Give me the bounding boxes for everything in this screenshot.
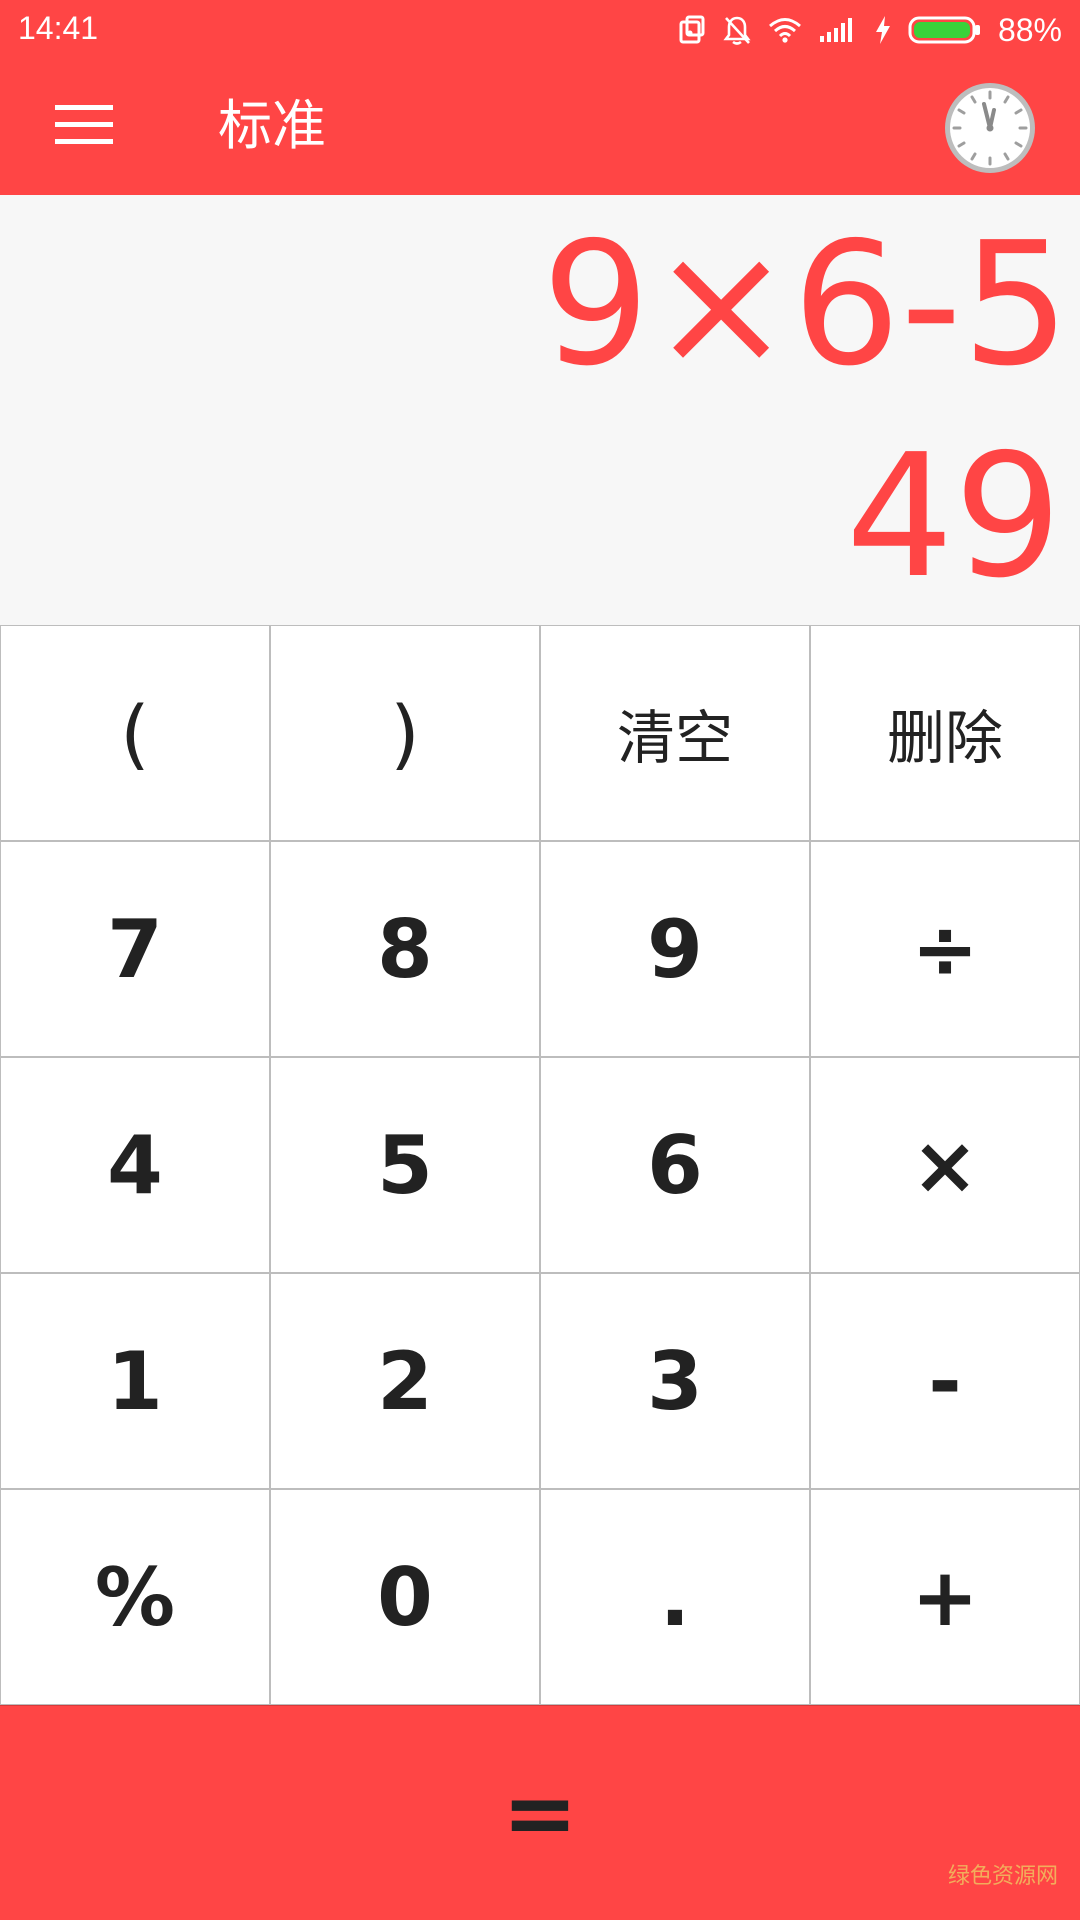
digit-7-button[interactable]: 7 — [0, 841, 270, 1057]
hamburger-menu-icon — [55, 103, 113, 149]
digit-8-button[interactable]: 8 — [270, 841, 540, 1057]
digit-2-button[interactable]: 2 — [270, 1273, 540, 1489]
delete-button[interactable]: 删除 — [810, 625, 1080, 841]
digit-4-button[interactable]: 4 — [0, 1057, 270, 1273]
battery-icon — [908, 15, 982, 45]
history-button[interactable] — [942, 80, 1038, 176]
digit-1-button[interactable]: 1 — [0, 1273, 270, 1489]
expression-text: 9×6-5 — [541, 206, 1070, 404]
add-button[interactable]: + — [810, 1489, 1080, 1705]
clear-button[interactable]: 清空 — [540, 625, 810, 841]
divide-button[interactable]: ÷ — [810, 841, 1080, 1057]
battery-percentage: 88% — [997, 11, 1062, 48]
page-title: 标准 — [218, 94, 326, 157]
open-paren-button[interactable]: ( — [0, 625, 270, 841]
result-text: 49 — [845, 418, 1062, 616]
subtract-button[interactable]: - — [810, 1273, 1080, 1489]
signal-icon — [818, 16, 858, 44]
clock-icon — [942, 83, 1038, 180]
digit-9-button[interactable]: 9 — [540, 841, 810, 1057]
equals-button[interactable]: = — [0, 1705, 1080, 1920]
digit-3-button[interactable]: 3 — [540, 1273, 810, 1489]
status-time: 14:41 — [18, 10, 99, 46]
keypad: ( ) 清空 删除 7 8 9 ÷ 4 5 6 × 1 2 3 - % 0 . … — [0, 625, 1080, 1705]
digit-6-button[interactable]: 6 — [540, 1057, 810, 1273]
digit-0-button[interactable]: 0 — [270, 1489, 540, 1705]
status-bar: 14:41 88% — [0, 0, 1080, 60]
watermark: 绿色资源网 — [947, 1864, 1058, 1889]
bell-muted-icon — [722, 14, 752, 46]
percent-button[interactable]: % — [0, 1489, 270, 1705]
multiply-button[interactable]: × — [810, 1057, 1080, 1273]
screen-rotate-icon — [678, 15, 706, 45]
calculator-display: 9×6-5 49 — [0, 195, 1080, 625]
status-icons: 88% — [678, 8, 1062, 52]
menu-button[interactable] — [48, 96, 120, 156]
decimal-point-button[interactable]: . — [540, 1489, 810, 1705]
wifi-icon — [768, 16, 802, 44]
app-bar: 标准 — [0, 60, 1080, 195]
close-paren-button[interactable]: ) — [270, 625, 540, 841]
digit-5-button[interactable]: 5 — [270, 1057, 540, 1273]
charging-icon — [874, 15, 892, 45]
